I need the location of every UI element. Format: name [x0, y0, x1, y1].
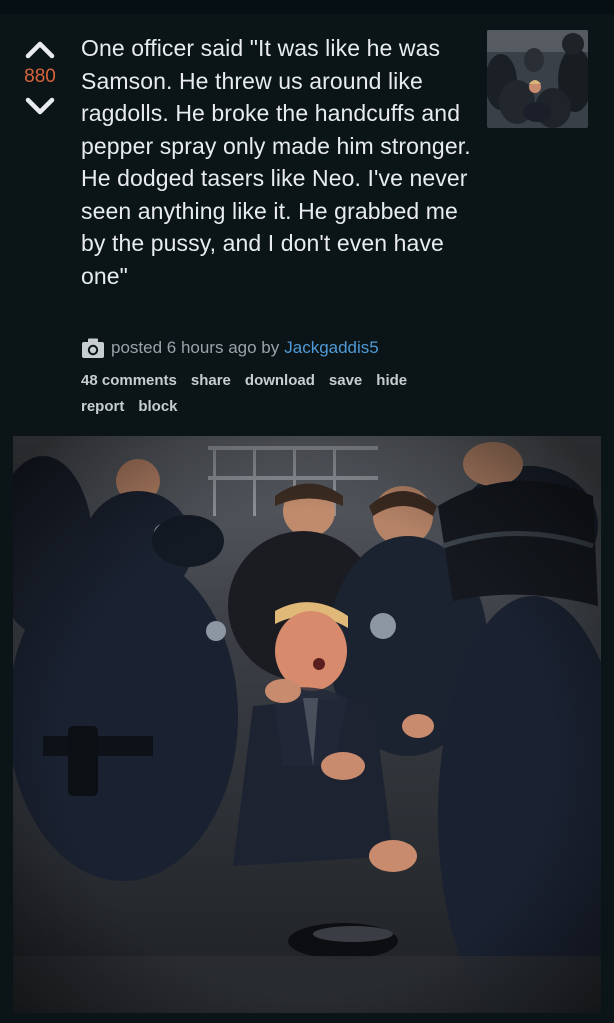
vote-score: 880 — [24, 66, 56, 87]
vote-column: 880 — [18, 34, 62, 120]
posted-time: posted 6 hours ago by — [111, 338, 280, 357]
post-title[interactable]: One officer said "It was like he was Sam… — [81, 32, 481, 292]
post-actions: 48 comments share download save hide rep… — [81, 372, 461, 416]
post-image-illustration — [13, 436, 601, 1013]
camera-icon — [82, 338, 104, 358]
post-page: 880 One officer said "It was like he was… — [0, 0, 614, 1023]
post-meta: posted 6 hours ago by Jackgaddis5 — [81, 336, 379, 360]
hide-button[interactable]: hide — [376, 372, 407, 390]
author-link[interactable]: Jackgaddis5 — [284, 338, 379, 358]
save-button[interactable]: save — [329, 372, 362, 390]
download-button[interactable]: download — [245, 372, 315, 390]
share-button[interactable]: share — [191, 372, 231, 390]
post-image[interactable] — [13, 436, 601, 1013]
top-edge-bar — [0, 0, 614, 14]
chevron-up-icon[interactable] — [20, 34, 60, 62]
comments-link[interactable]: 48 comments — [81, 372, 177, 390]
thumbnail-image — [487, 30, 588, 128]
chevron-down-icon[interactable] — [20, 92, 60, 120]
post-thumbnail[interactable] — [487, 30, 588, 128]
block-button[interactable]: block — [138, 398, 177, 416]
report-button[interactable]: report — [81, 398, 124, 416]
